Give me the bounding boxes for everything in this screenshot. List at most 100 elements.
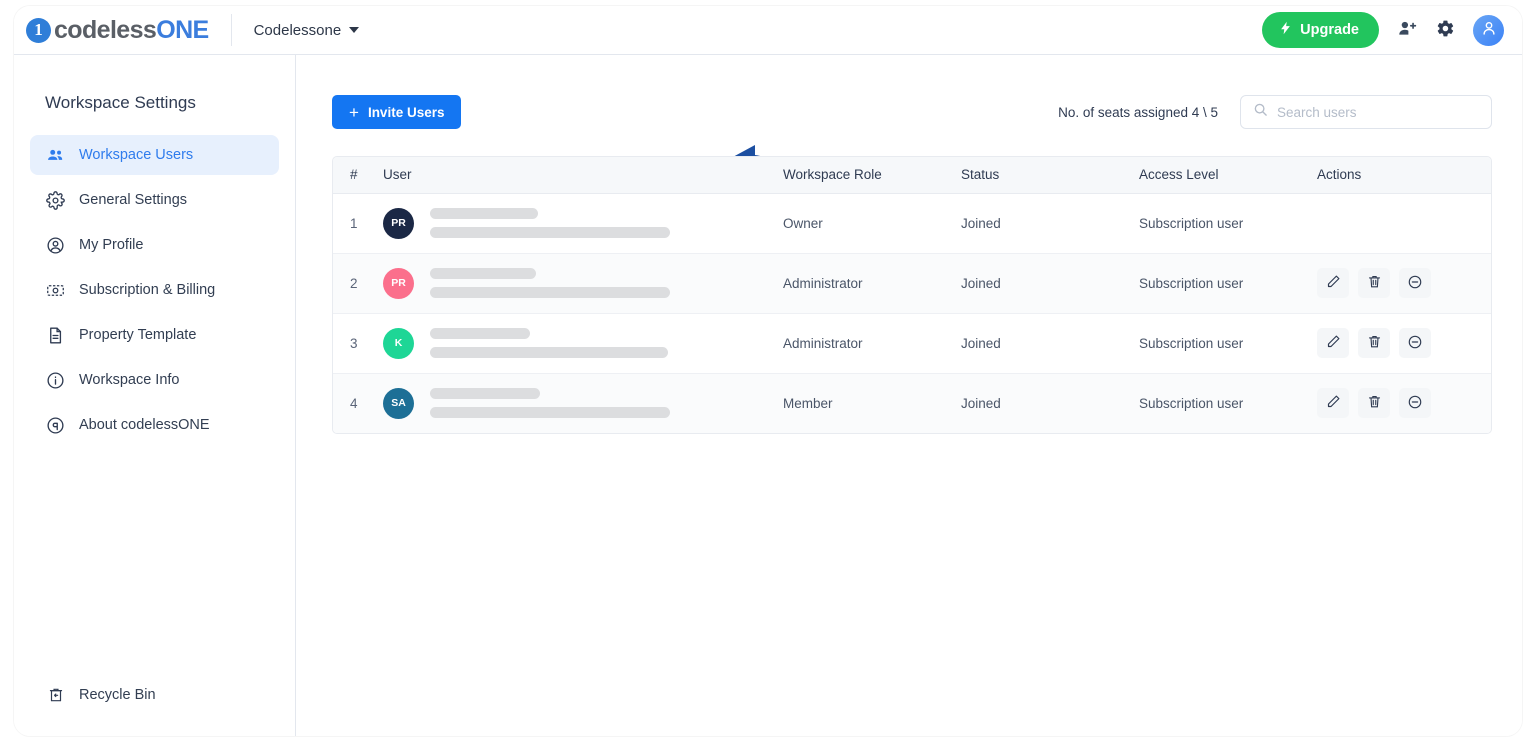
status-value: Joined — [961, 193, 1139, 254]
sidebar-item-my-profile[interactable]: My Profile — [30, 225, 279, 265]
actions-cell — [1317, 253, 1491, 314]
invite-users-label: Invite Users — [367, 104, 445, 120]
edit-user-button[interactable] — [1317, 268, 1349, 298]
circle-one-logo-icon — [26, 17, 51, 43]
remove-access-button[interactable] — [1399, 328, 1431, 358]
sidebar-item-label: My Profile — [79, 237, 144, 253]
table-row[interactable]: 2 PR Administrator Joined Subscription u… — [333, 253, 1491, 314]
sidebar-item-recycle-bin[interactable]: Recycle Bin — [30, 676, 156, 714]
column-header-actions: Actions — [1317, 157, 1491, 194]
access-level-value: Subscription user — [1139, 313, 1317, 374]
seats-assigned-label: No. of seats assigned 4 \ 5 — [1058, 104, 1218, 120]
redacted-user-details — [430, 208, 670, 238]
sidebar-item-property-template[interactable]: Property Template — [30, 315, 279, 355]
chevron-down-icon — [349, 27, 360, 33]
users-group-icon — [46, 146, 65, 165]
sidebar-item-label: About codelessONE — [79, 417, 210, 433]
actions-cell — [1317, 373, 1491, 433]
user-cell: PR — [383, 193, 783, 254]
page-body: Workspace Settings Workspace Users Gener… — [14, 55, 1522, 736]
redacted-name-bar — [430, 328, 530, 339]
sidebar-item-subscription-billing[interactable]: Subscription & Billing — [30, 270, 279, 310]
copyright-icon — [46, 416, 65, 435]
search-users-field[interactable] — [1240, 95, 1492, 129]
pencil-edit-icon — [1326, 274, 1341, 292]
status-value: Joined — [961, 313, 1139, 374]
upgrade-label: Upgrade — [1300, 22, 1359, 38]
column-header-status: Status — [961, 157, 1139, 194]
workspace-role-value: Administrator — [783, 313, 961, 374]
app-window: codelessONE Codelessone Upgrade — [14, 6, 1522, 736]
redacted-user-details — [430, 388, 670, 419]
delete-user-button[interactable] — [1358, 268, 1390, 298]
document-icon — [46, 326, 65, 345]
sidebar-item-label: Property Template — [79, 327, 197, 343]
top-bar-actions: Upgrade — [1262, 12, 1504, 48]
table-row[interactable]: 1 PR Owner Joined Subscription user — [333, 193, 1491, 254]
sidebar-item-general-settings[interactable]: General Settings — [30, 180, 279, 220]
sidebar-item-label: Workspace Users — [79, 147, 194, 163]
row-number: 2 — [333, 253, 383, 314]
redacted-email-bar — [430, 407, 670, 419]
sidebar-item-about-codelessone[interactable]: About codelessONE — [30, 405, 279, 445]
row-number: 3 — [333, 313, 383, 374]
settings-button[interactable] — [1436, 19, 1455, 41]
redacted-user-details — [430, 268, 670, 298]
actions-cell — [1317, 313, 1491, 374]
upgrade-button[interactable]: Upgrade — [1262, 12, 1379, 48]
sidebar-item-workspace-users[interactable]: Workspace Users — [30, 135, 279, 175]
user-cell: K — [383, 313, 783, 374]
info-circle-icon — [46, 371, 65, 390]
redacted-email-bar — [430, 227, 670, 238]
plus-icon: + — [349, 102, 359, 122]
pencil-edit-icon — [1326, 394, 1341, 412]
circle-minus-remove-icon — [1407, 334, 1423, 353]
recycle-bin-icon — [46, 686, 65, 704]
column-header-role: Workspace Role — [783, 157, 961, 194]
add-user-button[interactable] — [1397, 18, 1418, 42]
workspace-users-table: # User Workspace Role Status Access Leve… — [332, 156, 1492, 434]
search-icon — [1253, 102, 1268, 122]
access-level-value: Subscription user — [1139, 373, 1317, 433]
row-number: 1 — [333, 193, 383, 254]
search-input[interactable] — [1277, 104, 1479, 120]
user-cell: PR — [383, 253, 783, 314]
edit-user-button[interactable] — [1317, 328, 1349, 358]
circle-minus-remove-icon — [1407, 274, 1423, 293]
table-row[interactable]: 4 SA Member Joined Subscription user — [333, 373, 1491, 433]
avatar: PR — [383, 267, 414, 299]
recycle-bin-label: Recycle Bin — [79, 687, 156, 703]
profile-avatar[interactable] — [1473, 14, 1504, 46]
sidebar-title: Workspace Settings — [45, 93, 196, 112]
sidebar: Workspace Settings Workspace Users Gener… — [14, 55, 296, 736]
table-header-row: # User Workspace Role Status Access Leve… — [333, 157, 1491, 194]
header-divider — [230, 14, 232, 46]
workspace-role-value: Administrator — [783, 253, 961, 314]
delete-user-button[interactable] — [1358, 388, 1390, 419]
invite-users-button[interactable]: + Invite Users — [332, 95, 462, 129]
remove-access-button[interactable] — [1399, 388, 1431, 419]
gear-icon — [46, 190, 65, 210]
lightning-bolt-icon — [1278, 20, 1293, 40]
brand-logo[interactable]: codelessONE — [26, 16, 209, 45]
delete-user-button[interactable] — [1358, 328, 1390, 358]
table-row[interactable]: 3 K Administrator Joined Subscription us… — [333, 313, 1491, 374]
remove-access-button[interactable] — [1399, 268, 1431, 298]
edit-user-button[interactable] — [1317, 388, 1349, 419]
status-value: Joined — [961, 373, 1139, 433]
workspace-switcher[interactable]: Codelessone — [254, 22, 360, 39]
access-level-value: Subscription user — [1139, 193, 1317, 254]
column-header-user: User — [383, 157, 783, 194]
access-level-value: Subscription user — [1139, 253, 1317, 314]
sidebar-item-workspace-info[interactable]: Workspace Info — [30, 360, 279, 400]
main-content: + Invite Users No. of seats assigned 4 \… — [296, 55, 1522, 736]
sidebar-item-label: Workspace Info — [79, 372, 180, 388]
avatar: K — [383, 327, 414, 359]
status-value: Joined — [961, 253, 1139, 314]
banknote-icon — [46, 281, 65, 300]
workspace-name-label: Codelessone — [253, 21, 342, 39]
sidebar-item-label: Subscription & Billing — [79, 282, 216, 298]
user-circle-icon — [46, 236, 65, 255]
trash-delete-icon — [1367, 334, 1382, 352]
workspace-role-value: Owner — [783, 193, 961, 254]
